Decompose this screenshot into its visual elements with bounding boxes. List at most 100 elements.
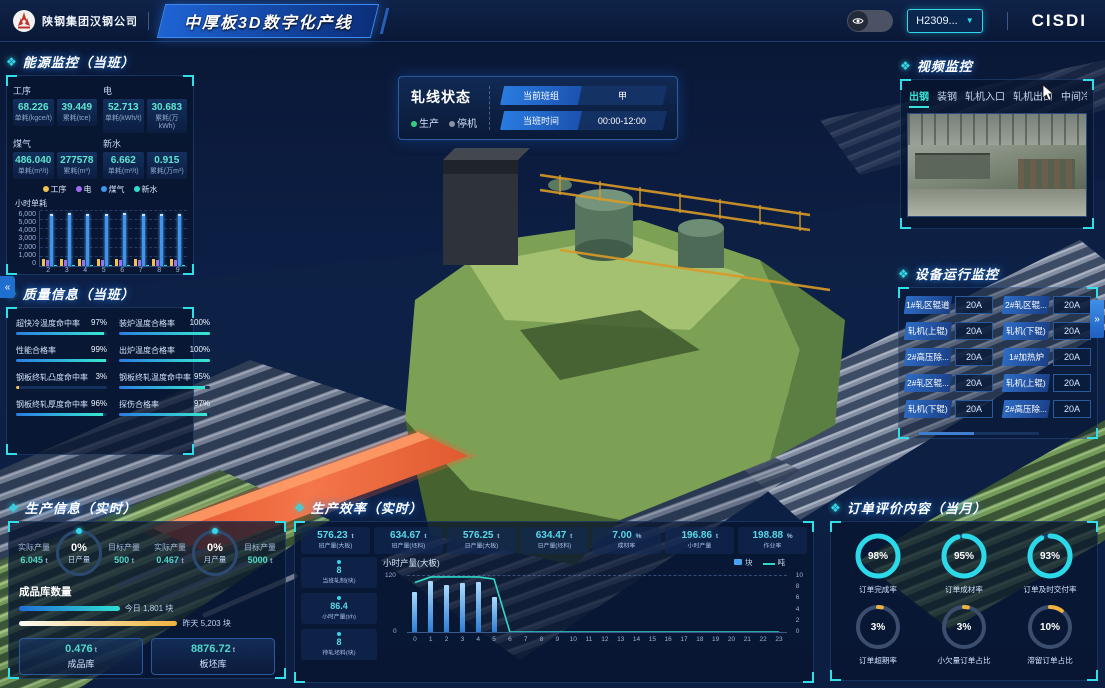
energy-stat-label: 累耗(万kWh) [148,113,187,130]
energy-bar-煤气 [160,214,163,266]
energy-bar-工序 [78,259,81,266]
energy-bar-电 [82,260,85,266]
quality-metric-label: 钢板终轧凸度命中率 [16,372,88,383]
energy-stat-box: 486.040单耗(m³/t) [13,152,54,179]
line-status-legend: 生产停机 [411,115,477,130]
gauge-target-unit: t [270,558,272,565]
quality-panel-title: ❖质量信息（当班） [6,284,194,303]
equipment-item-label: 1#轧区辊道 [904,296,953,314]
energy-stat-value: 277578 [58,155,97,166]
orders-panel-title: ❖订单评价内容（当月） [830,498,1098,517]
quality-metric-row: 性能合格率99% [16,345,107,356]
status-value: 甲 [578,86,667,105]
quality-metric-value: 97% [91,318,107,329]
diamond-icon: ❖ [898,267,910,281]
legend-dot-icon [76,186,82,192]
equipment-item-value: 20A [1053,296,1091,314]
efficiency-stat-value: 198.88 % [739,530,806,541]
efficiency-stat-card: 576.25 t日产量(大板) [447,527,516,554]
video-tab-装钢[interactable]: 装钢 [937,88,957,108]
equipment-panel-title: ❖设备运行监控 [898,264,1098,283]
quality-metric: 超快冷温度命中率 97% [16,318,107,335]
equipment-item-value: 20A [955,296,993,314]
gauge-actual: 实际产量0.467 t [154,542,186,565]
quality-metric-value: 3% [95,372,107,383]
equipment-item-label: 轧机(下辊) [1002,322,1051,340]
energy-bar-煤气 [123,213,126,266]
video-feed-machine [915,153,990,180]
efficiency-stat-unit: t [352,533,354,540]
energy-bar-煤气 [105,214,108,266]
efficiency-stat-card: 196.86 t小时产量 [665,527,734,554]
heat-number-select[interactable]: H2309... ▼ [907,9,983,33]
quality-metric-row: 超快冷温度命中率 97% [16,318,107,329]
x-axis-tick: 5 [102,267,106,274]
quality-metric-value: 97% [194,399,210,410]
status-value-text: 00:00-12:00 [598,116,646,126]
scrollbar-thumb[interactable] [919,432,974,435]
equipment-scrollbar[interactable] [919,432,1039,435]
order-ring: 10% [1026,603,1074,651]
energy-bar-煤气 [68,213,71,266]
energy-bar-电 [64,260,67,266]
chart-gridline [40,238,187,239]
energy-bar-工序 [60,259,63,266]
equipment-item-label: 2#轧区辊... [1002,296,1051,314]
gauge-target-value: 500 t [108,555,140,565]
energy-bar-电 [156,260,159,266]
hour-label: 5 [486,636,502,643]
quality-progress-fill [16,359,106,362]
quality-progress-fill [119,332,210,335]
status-legend-item: 停机 [449,115,477,130]
order-ring-cell: 3%小欠量订单占比 [923,603,1005,666]
title-slash-decor [380,8,389,34]
hour-label: 1 [423,636,439,643]
gauge-actual-unit: t [45,558,47,565]
video-feed[interactable] [907,113,1087,217]
quality-metric-value: 99% [91,345,107,356]
quality-progress-track [16,386,107,389]
efficiency-stat-value: 634.67 t [375,530,442,541]
energy-stat-label: 累耗(m³) [58,166,97,176]
gauge-target: 目标产量5000 t [244,542,276,565]
video-tab-出钢[interactable]: 出钢 [909,88,929,108]
expand-panel-button[interactable]: » [1090,300,1104,338]
order-ring-label: 订单及时交付率 [1011,584,1089,594]
order-ring-value: 98% [854,532,902,580]
order-ring-value: 3% [940,603,988,651]
quality-metric-label: 超快冷温度命中率 [16,318,80,329]
collapse-left-panel-button[interactable]: « [0,276,15,298]
equipment-panel: ❖设备运行监控 » 1#轧区辊道20A2#轧区辊...20A轧机(上辊)20A轧… [898,264,1098,439]
quality-metric: 钢板终轧厚度命中率96% [16,399,107,416]
efficiency-side-card: 86.4小时产量(t/h) [301,593,377,624]
video-tab-轧机入口[interactable]: 轧机入口 [965,88,1005,108]
efficiency-stat-unit: t [497,533,499,540]
line-legend-icon [763,563,775,565]
energy-stat-box: 6.662单耗(m³/t) [103,152,144,179]
y-axis-tick: 0 [13,260,36,267]
legend-item: 煤气 [101,184,125,195]
energy-bar-工序 [134,259,137,266]
energy-group: 煤气486.040单耗(m³/t)277578累耗(m³) [13,135,97,179]
inventory-title: 成品库数量 [9,580,285,601]
gauge-target-label: 目标产量 [244,542,276,553]
equipment-item-value: 20A [955,374,993,392]
equipment-item-value: 20A [1053,348,1091,366]
legend-item: 新水 [134,184,158,195]
order-ring-cell: 95%订单成材率 [923,532,1005,595]
quality-progress-track [119,386,210,389]
stat-dot-icon [337,632,341,636]
equipment-item-label: 2#高压除... [1002,400,1051,418]
legend-item: 工序 [43,184,67,195]
hour-label: 23 [771,636,787,643]
energy-stat-box: 0.915累耗(万m³) [147,152,188,179]
video-tab-轧机出口[interactable]: 轧机出口 [1013,88,1053,108]
gauge-ring: 0%月产量 [192,530,238,576]
order-ring-value: 93% [1026,532,1074,580]
energy-stat-value: 0.915 [148,155,187,166]
energy-legend: 工序电煤气新水 [7,181,193,198]
visibility-toggle[interactable] [847,10,893,32]
energy-stat-box: 68.226单耗(kgce/t) [13,99,54,126]
video-tab-中间冷[interactable]: 中间冷 [1061,88,1087,108]
inventory-card-label: 成品库 [22,657,140,670]
